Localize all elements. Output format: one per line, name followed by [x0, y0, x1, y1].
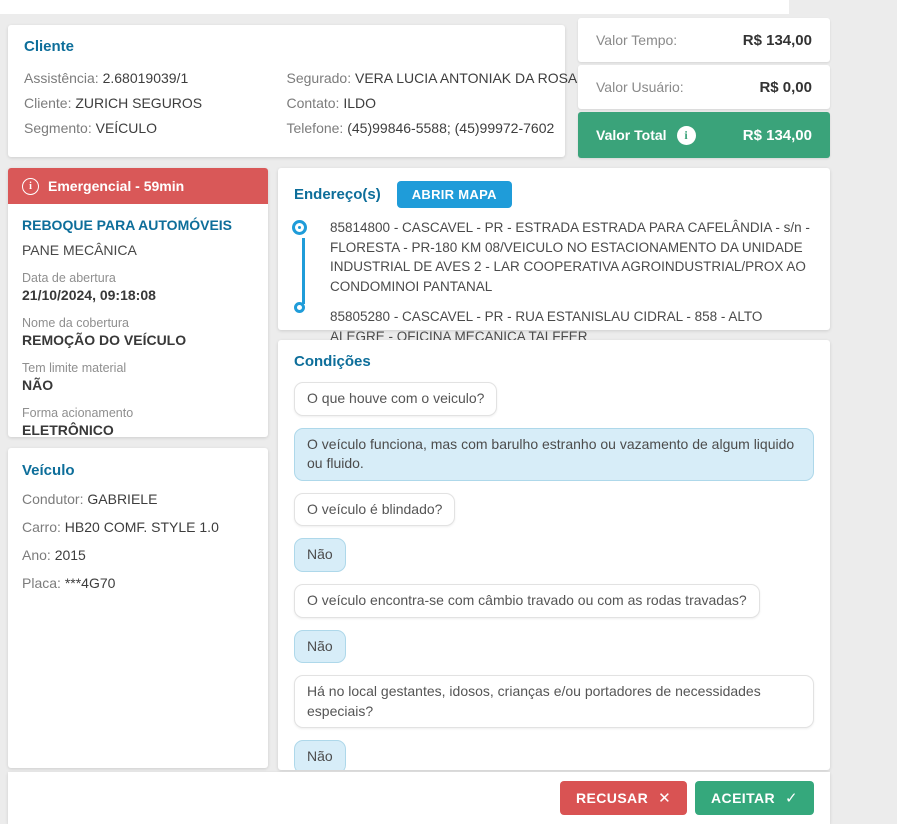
plate-field: Placa: ***4G70 [22, 575, 254, 591]
valor-tempo-value: R$ 134,00 [742, 31, 812, 49]
valor-usuario-label: Valor Usuário: [596, 79, 684, 95]
client-grid: Assistência: 2.68019039/1 Cliente: ZURIC… [24, 61, 578, 136]
material-limit-label: Tem limite material [22, 361, 127, 375]
condition-answer: Não [294, 740, 346, 770]
conditions-card: Condições O que houve com o veiculo? O v… [278, 340, 830, 770]
valor-total-value: R$ 134,00 [742, 126, 812, 144]
activation-block: Forma acionamento ELETRÔNICO [22, 406, 254, 437]
assistance-value: 2.68019039/1 [102, 70, 189, 86]
car-field: Carro: HB20 COMF. STYLE 1.0 [22, 519, 254, 535]
vehicle-title: Veículo [22, 462, 75, 479]
reject-label: RECUSAR [576, 790, 649, 806]
segment-label: Segmento: [24, 120, 92, 136]
urgency-banner: i Emergencial - 59min [8, 168, 268, 204]
condition-answer: Não [294, 538, 346, 572]
phone-link[interactable]: (45)99846-5588; (45)99972-7602 [347, 120, 554, 136]
valor-usuario-row: Valor Usuário: R$ 0,00 [578, 65, 830, 109]
segment-value: VEÍCULO [95, 120, 158, 136]
phone-field: Telefone: (45)99846-5588; (45)99972-7602 [286, 120, 555, 136]
urgency-label: Emergencial - 59min [48, 178, 185, 194]
contact-value: ILDO [343, 95, 377, 111]
address-timeline: 85814800 - CASCAVEL - PR - ESTRADA ESTRA… [294, 218, 814, 346]
addresses-title: Endereço(s) [294, 186, 381, 203]
close-icon: ✕ [658, 790, 672, 807]
valor-tempo-row: Valor Tempo: R$ 134,00 [578, 18, 830, 62]
timeline-connector [302, 238, 305, 304]
segment-field: Segmento: VEÍCULO [24, 120, 287, 136]
reject-button[interactable]: RECUSAR ✕ [560, 781, 688, 815]
origin-address: 85814800 - CASCAVEL - PR - ESTRADA ESTRA… [330, 220, 810, 294]
condition-answer: O veículo funciona, mas com barulho estr… [294, 427, 814, 481]
coverage-value: REMOÇÃO DO VEÍCULO [22, 332, 187, 348]
valor-usuario-value: R$ 0,00 [759, 78, 812, 96]
open-map-button[interactable]: ABRIR MAPA [396, 181, 512, 208]
service-card: i Emergencial - 59min REBOQUE PARA AUTOM… [8, 168, 268, 437]
condition-answer: Não [294, 629, 346, 664]
valor-total-label: Valor Total [596, 127, 667, 143]
open-date-block: Data de abertura 21/10/2024, 09:18:08 [22, 271, 254, 303]
valor-total-row: Valor Total i R$ 134,00 [578, 112, 830, 158]
info-icon[interactable]: i [676, 125, 696, 145]
coverage-block: Nome da cobertura REMOÇÃO DO VEÍCULO [22, 316, 254, 348]
info-circle-icon: i [22, 177, 39, 195]
car-label: Carro: [22, 519, 61, 535]
insured-field: Segurado: VERA LUCIA ANTONIAK DA ROSA [286, 70, 578, 86]
assistance-field: Assistência: 2.68019039/1 [24, 70, 287, 86]
service-name: REBOQUE PARA AUTOMÓVEIS [22, 217, 233, 233]
condition-question: Há no local gestantes, idosos, crianças … [294, 675, 814, 729]
plate-value: ***4G70 [64, 575, 116, 591]
contact-label: Contato: [286, 95, 340, 111]
accept-label: ACEITAR [711, 790, 776, 806]
open-date-value: 21/10/2024, 09:18:08 [22, 287, 156, 303]
client-card: Cliente Assistência: 2.68019039/1 Client… [8, 25, 578, 157]
accept-button[interactable]: ACEITAR ✓ [695, 781, 814, 815]
address-card: Endereço(s) ABRIR MAPA 85814800 - CASCAV… [278, 168, 830, 344]
check-icon: ✓ [785, 790, 798, 807]
activation-label: Forma acionamento [22, 406, 134, 420]
phone-label: Telefone: [286, 120, 344, 136]
condition-question: O que houve com o veiculo? [294, 382, 498, 416]
origin-marker-icon [295, 223, 304, 232]
activation-value: ELETRÔNICO [22, 422, 114, 437]
client-title: Cliente [24, 38, 75, 55]
plate-label: Placa: [22, 575, 61, 591]
year-value: 2015 [54, 547, 86, 563]
open-date-label: Data de abertura [22, 271, 116, 285]
condition-question: O veículo é blindado? [294, 492, 456, 527]
car-value: HB20 COMF. STYLE 1.0 [64, 519, 219, 535]
driver-label: Condutor: [22, 491, 84, 507]
valor-tempo-label: Valor Tempo: [596, 32, 678, 48]
conditions-title: Condições [294, 353, 371, 370]
client-label: Cliente: [24, 95, 72, 111]
top-strip [0, 0, 789, 14]
year-field: Ano: 2015 [22, 547, 254, 563]
vehicle-card: Veículo Condutor: GABRIELE Carro: HB20 C… [8, 448, 268, 768]
assistance-label: Assistência: [24, 70, 99, 86]
driver-field: Condutor: GABRIELE [22, 491, 254, 507]
year-label: Ano: [22, 547, 51, 563]
material-limit-block: Tem limite material NÃO [22, 361, 254, 393]
action-bar: RECUSAR ✕ ACEITAR ✓ [8, 772, 830, 824]
client-field: Cliente: ZURICH SEGUROS [24, 95, 287, 111]
destination-marker-icon [294, 302, 305, 313]
material-limit-value: NÃO [22, 377, 54, 393]
service-problem: PANE MECÂNICA [22, 242, 137, 258]
driver-value: GABRIELE [87, 491, 158, 507]
totals-panel: Valor Tempo: R$ 134,00 Valor Usuário: R$… [578, 18, 830, 161]
contact-field: Contato: ILDO [287, 95, 550, 111]
insured-value: VERA LUCIA ANTONIAK DA ROSA [355, 70, 578, 86]
condition-question: O veículo encontra-se com câmbio travado… [294, 583, 760, 618]
client-value: ZURICH SEGUROS [75, 95, 203, 111]
coverage-label: Nome da cobertura [22, 316, 130, 330]
insured-label: Segurado: [286, 70, 352, 86]
